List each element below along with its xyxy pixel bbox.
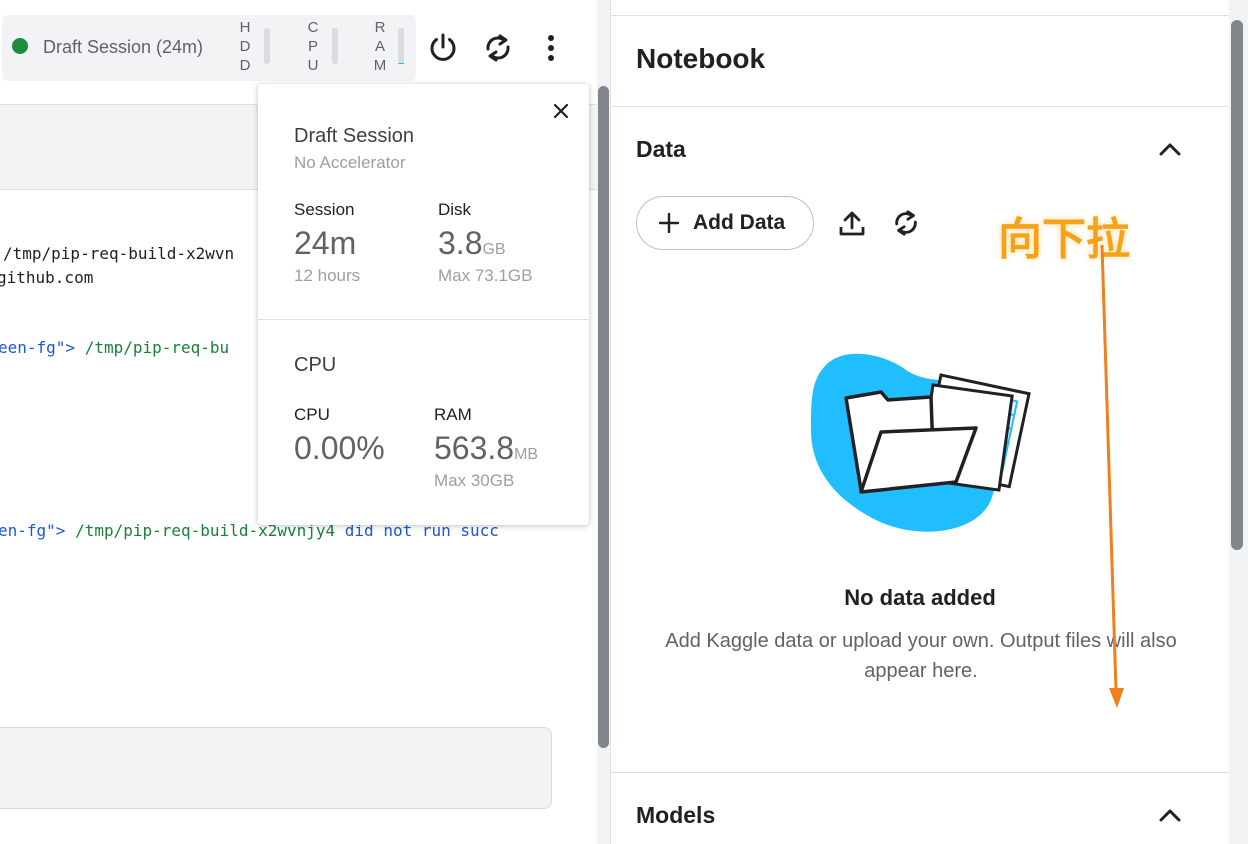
cpu-stat-value: 0.00% [294, 430, 385, 466]
cpu-meter-bar[interactable] [332, 28, 338, 64]
hdd-meter-bar[interactable] [264, 28, 270, 64]
session-stat-limit: 12 hours [294, 266, 361, 285]
models-section-title[interactable]: Models [636, 802, 715, 829]
hdd-meter-label: HDD [239, 19, 251, 74]
output-line: /tmp/pip-req-build-x2wvn [3, 244, 235, 263]
disk-stat-max: Max 73.1GB [438, 266, 533, 285]
cpu-stat-label: CPU [294, 405, 330, 424]
session-stat-label: Session [294, 200, 355, 219]
empty-data-illustration [811, 353, 1031, 532]
output-line: een-fg"> /tmp/pip-req-bu [0, 338, 230, 357]
session-details-popup: Draft Session No Accelerator Session 24m… [258, 84, 589, 525]
power-button[interactable] [425, 30, 461, 66]
cpu-meter-label: CPU [307, 19, 319, 74]
annotation-text: 向下拉 [998, 214, 1130, 265]
more-vert-icon [548, 35, 554, 61]
panel-title: Notebook [636, 43, 766, 74]
restart-icon [486, 34, 510, 62]
popup-title: Draft Session [294, 125, 415, 147]
ram-meter-label: RAM [373, 19, 387, 74]
panel-divider [611, 106, 1229, 107]
data-section-title[interactable]: Data [636, 136, 686, 163]
ram-stat-label: RAM [434, 405, 472, 424]
empty-state-description: Add Kaggle data or upload your own. Outp… [665, 630, 1177, 682]
chevron-up-icon [1159, 143, 1181, 156]
session-toolbar: Draft Session (24m) HDD CPU RAM [2, 15, 416, 81]
notebook-side-panel: Notebook Data Add Data No data added Add… [610, 0, 1248, 844]
refresh-icon [895, 210, 917, 236]
output-line: github.com [0, 268, 94, 287]
accelerator-label: No Accelerator [294, 153, 406, 172]
code-input-cell[interactable] [0, 727, 552, 809]
add-data-label: Add Data [693, 211, 786, 234]
session-label[interactable]: Draft Session (24m) [43, 37, 203, 58]
upload-button[interactable] [836, 206, 868, 240]
upload-icon [839, 211, 865, 236]
add-data-button[interactable]: Add Data [636, 196, 814, 250]
empty-state-title: No data added [844, 585, 996, 610]
popup-divider [258, 319, 589, 320]
panel-scrollbar-thumb[interactable] [1231, 20, 1243, 550]
session-stat-value: 24m [294, 225, 357, 261]
editor-scrollbar-thumb[interactable] [598, 86, 609, 748]
refresh-data-button[interactable] [890, 206, 922, 240]
disk-stat-label: Disk [438, 200, 472, 219]
close-button[interactable] [549, 99, 573, 123]
panel-top-border [611, 15, 1248, 16]
more-options-button[interactable] [533, 30, 569, 66]
ram-stat-max: Max 30GB [434, 471, 515, 490]
ram-meter-bar[interactable] [398, 28, 404, 64]
chevron-up-icon [1159, 809, 1181, 822]
data-section-toggle[interactable] [1157, 136, 1183, 162]
disk-stat-value: 3.8GB [438, 225, 506, 261]
power-icon [430, 33, 456, 61]
plus-icon [659, 213, 679, 233]
close-icon [553, 103, 569, 119]
ram-stat-value: 563.8MB [434, 430, 539, 466]
models-section-toggle[interactable] [1157, 802, 1183, 828]
restart-button[interactable] [480, 30, 516, 66]
popup-section-title: CPU [294, 354, 337, 376]
session-status-dot [12, 38, 28, 54]
panel-divider [611, 772, 1229, 773]
